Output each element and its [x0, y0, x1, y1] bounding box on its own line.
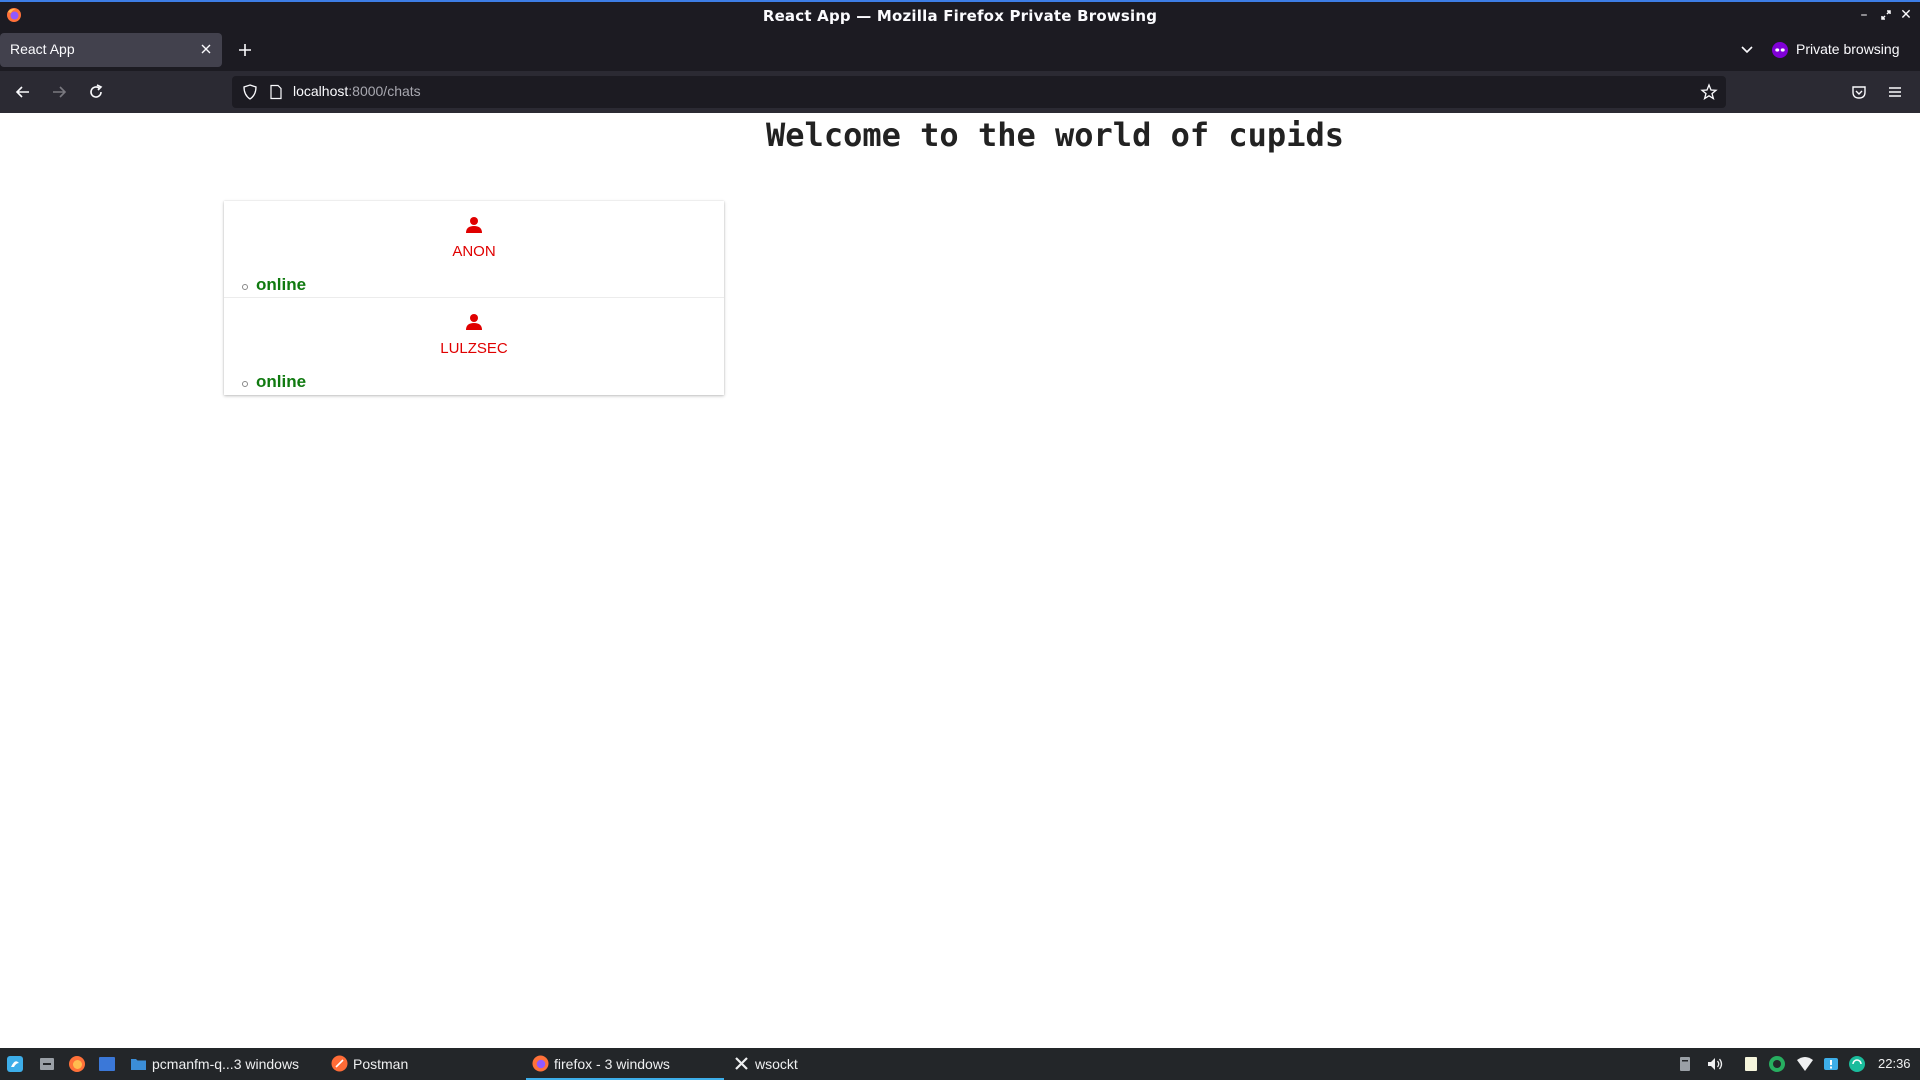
- x-app-icon: [735, 1057, 748, 1070]
- user-list-item[interactable]: LULZSEC online: [224, 298, 724, 395]
- tab-strip: React App Private browsing: [0, 29, 1920, 71]
- volume-icon[interactable]: [1706, 1055, 1724, 1073]
- folder-icon: [131, 1059, 146, 1070]
- private-mask-icon: [1772, 42, 1788, 58]
- terminal-launcher-icon[interactable]: [98, 1055, 116, 1073]
- user-status: online: [256, 275, 307, 294]
- new-tab-icon[interactable]: [236, 41, 254, 59]
- tab-react-app[interactable]: React App: [0, 33, 222, 67]
- user-list-item[interactable]: ANON online: [224, 201, 724, 298]
- bookmark-star-icon[interactable]: [1700, 83, 1718, 101]
- status-dot-icon: [242, 284, 248, 290]
- maximize-icon[interactable]: [1877, 6, 1895, 24]
- back-arrow-icon[interactable]: [12, 81, 34, 103]
- forward-arrow-icon[interactable]: [48, 81, 70, 103]
- app-launcher-icon[interactable]: [6, 1055, 24, 1073]
- window-titlebar: React App — Mozilla Firefox Private Brow…: [0, 0, 1920, 29]
- window-title: React App — Mozilla Firefox Private Brow…: [762, 7, 1158, 25]
- user-status: online: [256, 372, 307, 391]
- close-window-icon[interactable]: ✕: [1897, 6, 1915, 24]
- private-browsing-label: Private browsing: [1796, 41, 1900, 57]
- tab-label: React App: [10, 41, 75, 57]
- task-label: pcmanfm-q...3 windows: [152, 1056, 300, 1072]
- page-title: Welcome to the world of cupids: [766, 116, 1344, 154]
- minimize-icon[interactable]: –: [1855, 6, 1873, 24]
- postman-icon: [331, 1055, 348, 1072]
- sync-status-icon[interactable]: [1768, 1055, 1786, 1073]
- page-content: Welcome to the world of cupids ANON onli…: [0, 113, 1920, 1048]
- person-icon: [466, 217, 482, 233]
- update-icon[interactable]: [1848, 1055, 1866, 1073]
- user-name: LULZSEC: [440, 340, 508, 357]
- heading-container: Welcome to the world of cupids: [0, 113, 1920, 163]
- task-postman[interactable]: Postman: [331, 1048, 431, 1080]
- notification-icon[interactable]: [1822, 1055, 1840, 1073]
- user-name: ANON: [452, 243, 496, 260]
- page-info-icon[interactable]: [268, 84, 284, 100]
- pocket-icon[interactable]: [1850, 83, 1868, 101]
- taskbar: pcmanfm-q...3 windows Postman firefox - …: [0, 1048, 1920, 1080]
- user-list-card: ANON online LULZSEC online: [224, 201, 724, 395]
- hamburger-menu-icon[interactable]: [1886, 83, 1904, 101]
- person-icon: [466, 314, 482, 330]
- chevron-down-icon[interactable]: [1738, 41, 1756, 59]
- clock[interactable]: 22:36: [1878, 1056, 1911, 1071]
- reload-icon[interactable]: [85, 81, 107, 103]
- wifi-icon[interactable]: [1796, 1055, 1814, 1073]
- url-host: localhost: [293, 83, 349, 99]
- url-path: :8000/chats: [348, 83, 421, 99]
- show-desktop-icon[interactable]: [38, 1055, 56, 1073]
- firefox-launcher-icon[interactable]: [68, 1055, 86, 1073]
- firefox-icon: [532, 1055, 549, 1072]
- task-label: firefox - 3 windows: [554, 1056, 670, 1072]
- task-firefox[interactable]: firefox - 3 windows: [526, 1048, 724, 1080]
- navigation-toolbar: localhost:8000/chats: [0, 71, 1920, 113]
- task-label: Postman: [353, 1056, 409, 1072]
- clipboard-icon[interactable]: [1676, 1055, 1694, 1073]
- url-text[interactable]: localhost:8000/chats: [293, 83, 421, 99]
- task-label: wsockt: [755, 1056, 798, 1072]
- notes-icon[interactable]: [1742, 1055, 1760, 1073]
- task-pcmanfm[interactable]: pcmanfm-q...3 windows: [130, 1048, 320, 1080]
- task-wsockt[interactable]: wsockt: [733, 1048, 833, 1080]
- url-bar[interactable]: localhost:8000/chats: [232, 76, 1726, 108]
- shield-icon[interactable]: [242, 84, 258, 100]
- close-tab-icon[interactable]: [198, 41, 214, 57]
- status-dot-icon: [242, 381, 248, 387]
